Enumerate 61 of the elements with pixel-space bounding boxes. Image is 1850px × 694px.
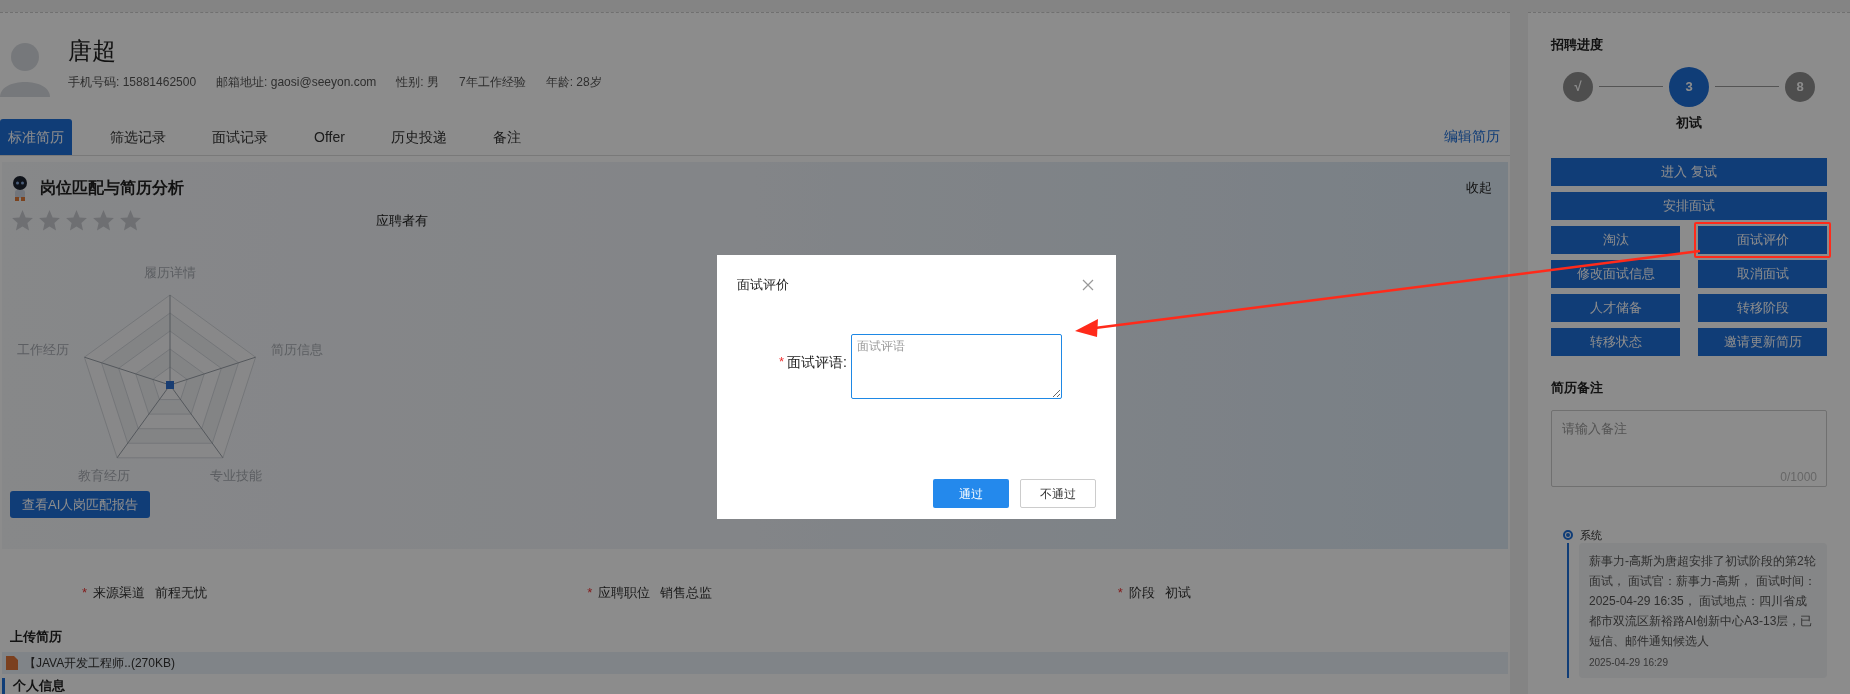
action-button[interactable]: 邀请更新简历 [1698, 328, 1827, 356]
progress-connector [1715, 86, 1779, 87]
dialog-button[interactable]: 不通过 [1020, 479, 1096, 508]
profile-detail: 手机号码: 15881462500 [68, 74, 197, 91]
profile-detail: 邮箱地址: gaosi@seeyon.com [216, 74, 377, 91]
action-button[interactable]: 人才储备 [1551, 294, 1680, 322]
field-label: 来源渠道 [93, 584, 146, 603]
action-button[interactable]: 修改面试信息 [1551, 260, 1680, 288]
ai-report-button[interactable]: 查看AI人岗匹配报告 [10, 491, 151, 519]
tab[interactable]: Offer [306, 119, 353, 156]
action-button[interactable]: 取消面试 [1698, 260, 1827, 288]
profile-detail: 性别: 男 [396, 74, 439, 91]
profile-detail: 7年工作经验 [459, 74, 526, 91]
required-asterisk: * [779, 353, 785, 372]
collapse-button[interactable]: 收起 [1466, 178, 1492, 198]
tab[interactable]: 筛选记录 [102, 119, 174, 156]
upload-title: 上传简历 [10, 627, 63, 646]
current-stage: 初试 [1676, 113, 1702, 132]
dialog-button[interactable]: 通过 [933, 479, 1009, 508]
dialog-title: 面试评价 [737, 276, 789, 294]
action-button[interactable]: 转移状态 [1551, 328, 1680, 356]
tab[interactable]: 历史投递 [382, 119, 455, 156]
candidate-name: 唐超 [68, 36, 117, 66]
timeline-time: 2025-04-29 16:29 [1589, 656, 1669, 670]
required-asterisk: * [82, 584, 88, 603]
step-marker: √ [1563, 71, 1593, 102]
edit-resume-link[interactable]: 编辑简历 [1444, 126, 1500, 148]
close-icon[interactable] [1082, 278, 1094, 291]
profile-detail: 年龄: 28岁 [545, 74, 602, 91]
field-value: 销售总监 [660, 584, 713, 603]
progress-connector [1599, 86, 1663, 87]
action-button[interactable]: 面试评价 [1698, 226, 1827, 254]
file-row[interactable]: 【JAVA开发工程师..(270KB) [2, 652, 1508, 674]
section-title: 个人信息 [2, 678, 65, 694]
progress-title: 招聘进度 [1551, 36, 1604, 54]
timeline-message: 薪事力-高斯为唐超安排了初试阶段的第2轮面试， 面试官：薪事力-高斯， 面试时间：2025-04-29 16:35， 面试地点：四川省成都市双流区新裕路AI创新中心A3-13层，已短信、邮件通知候选人 [1589, 553, 1817, 650]
file-name: 【JAVA开发工程师..(270KB) [24, 655, 175, 673]
analysis-title: 岗位匹配与简历分析 [40, 178, 184, 199]
timeline-author: 系统 [1580, 527, 1602, 543]
action-button[interactable]: 淘汰 [1551, 226, 1680, 254]
robot-icon [10, 174, 30, 203]
tab[interactable]: 面试记录 [204, 119, 276, 156]
required-asterisk: * [587, 584, 593, 603]
field-label: 面试评语: [787, 352, 847, 372]
field-label: 阶段 [1128, 584, 1155, 603]
required-asterisk: * [1117, 584, 1123, 603]
action-button[interactable]: 转移阶段 [1698, 294, 1827, 322]
field-value: 前程无忧 [155, 584, 208, 603]
file-icon [6, 656, 18, 671]
timeline-dot-icon [1563, 529, 1573, 540]
step-marker: 8 [1785, 71, 1815, 102]
action-button[interactable]: 进入 复试 [1551, 158, 1827, 186]
tab[interactable]: 标准简历 [0, 119, 72, 156]
step-marker: 3 [1669, 66, 1709, 107]
comment-field[interactable]: 面试评语 [851, 333, 1062, 399]
notes-title: 简历备注 [1551, 379, 1604, 397]
field-label: 应聘职位 [598, 584, 651, 603]
tab[interactable]: 备注 [484, 119, 529, 156]
action-button[interactable]: 安排面试 [1551, 192, 1827, 220]
field-value: 初试 [1164, 584, 1191, 603]
analysis-summary: 应聘者有 [376, 211, 428, 230]
